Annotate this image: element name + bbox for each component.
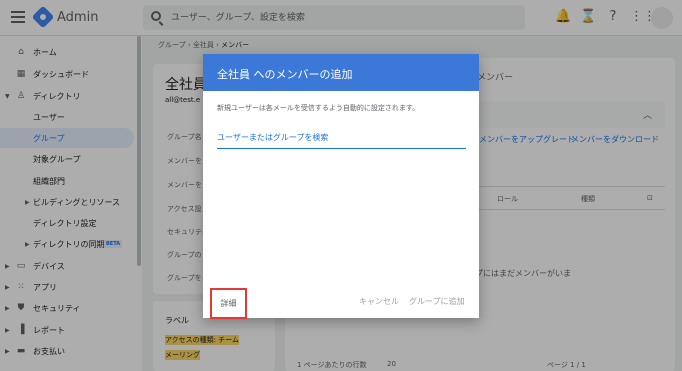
member-search-input[interactable] — [217, 127, 466, 149]
dialog-title: 全社員 へのメンバーの追加 — [217, 68, 353, 81]
cancel-button[interactable]: キャンセル — [359, 296, 399, 307]
dialog-header: 全社員 へのメンバーの追加 — [203, 54, 479, 91]
details-button[interactable]: 詳細 — [210, 288, 247, 319]
add-to-group-button[interactable]: グループに追加 — [409, 296, 465, 307]
add-members-dialog: 全社員 へのメンバーの追加 新規ユーザーは各メールを受信するよう自動的に設定され… — [203, 54, 479, 318]
dialog-description: 新規ユーザーは各メールを受信するよう自動的に設定されます。 — [217, 104, 420, 112]
